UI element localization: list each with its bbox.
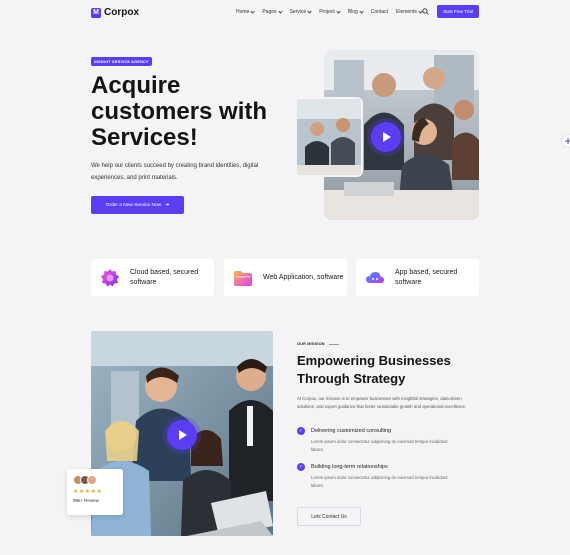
hero-badge: INSIGHT SERVICE AGENCY [91, 57, 152, 66]
mission-description: At Corpox, our mission is to empower bus… [297, 396, 467, 409]
check-title: Delivering customized consulting [311, 428, 392, 434]
check-title: Building long-term relationships [311, 464, 388, 470]
check-item: ✓ Building long-term relationships Lorem… [297, 463, 477, 489]
chevron-down-icon [359, 8, 364, 14]
rating-stars: ★★★★★ [73, 489, 103, 495]
nav-item-service[interactable]: Service [290, 8, 312, 15]
feature-label: App based, secured software [395, 268, 458, 286]
reviewer-avatars [73, 475, 123, 485]
cloud-gear-icon [101, 268, 119, 286]
chevron-down-icon [277, 8, 283, 14]
logo-mark: M [91, 7, 101, 18]
arrow-right-icon: ➜ [165, 202, 170, 208]
nav-item-home[interactable]: Home [236, 8, 255, 15]
feature-label: Cloud based, secured software [130, 268, 199, 286]
top-navbar: M Corpox Home Pages Service Project Blog… [0, 0, 570, 26]
order-service-button[interactable]: Order a New Service Now ➜ [91, 196, 184, 214]
review-card: ★★★★★ 99k+ Review [67, 469, 123, 515]
feature-card-web-app[interactable]: Web Application, software [224, 259, 347, 296]
chevron-down-icon [307, 8, 312, 14]
nav-item-project[interactable]: Project [319, 8, 341, 15]
logo-text: Corpox [104, 7, 139, 18]
mission-eyebrow: OUR MISSION [297, 342, 339, 346]
review-count: 99k+ Review [73, 498, 99, 503]
plus-icon [565, 138, 570, 144]
hero-play-button[interactable] [371, 122, 401, 152]
nav-item-elements[interactable]: Elements [396, 8, 423, 15]
play-icon [383, 132, 391, 142]
play-icon [179, 430, 187, 440]
mission-title: Empowering Businesses Through Strategy [297, 353, 451, 386]
chevron-down-icon [336, 8, 341, 14]
logo[interactable]: M Corpox [91, 7, 139, 18]
feature-card-app[interactable]: App based, secured software [356, 259, 479, 296]
hero-title: Acquire customers with Services! [91, 72, 268, 151]
nav-item-pages[interactable]: Pages [262, 8, 283, 15]
side-settings-button[interactable] [561, 134, 570, 148]
hero-description: We help our clients succeed by creating … [91, 163, 259, 181]
avatar [87, 475, 97, 485]
contact-us-button[interactable]: Lets Contact Us [297, 507, 361, 526]
check-text: Lorem ipsum dolor consectetur adipiscing… [311, 475, 448, 488]
folder-icon [234, 270, 252, 286]
hero-team-image-small [295, 97, 363, 177]
mission-play-button[interactable] [167, 420, 197, 450]
check-item: ✓ Delivering customized consulting Lorem… [297, 427, 477, 453]
main-menu: Home Pages Service Project Blog Contact … [236, 8, 430, 15]
team-discussion-illustration [297, 99, 361, 175]
divider [328, 343, 339, 345]
order-service-label: Order a New Service Now [105, 202, 162, 208]
check-text: Lorem ipsum dolor consectetur adipiscing… [311, 439, 448, 452]
search-icon[interactable] [422, 8, 429, 15]
nav-item-contact[interactable]: Contact [371, 9, 388, 15]
cloud-icon [366, 271, 384, 283]
check-icon: ✓ [297, 463, 305, 471]
start-free-trial-button[interactable]: Start Free Trial [437, 5, 479, 18]
check-icon: ✓ [297, 427, 305, 435]
feature-label: Web Application, software [263, 273, 344, 281]
chevron-down-icon [250, 8, 255, 14]
nav-item-blog[interactable]: Blog [348, 8, 364, 15]
feature-card-cloud[interactable]: Cloud based, secured software [91, 259, 214, 296]
